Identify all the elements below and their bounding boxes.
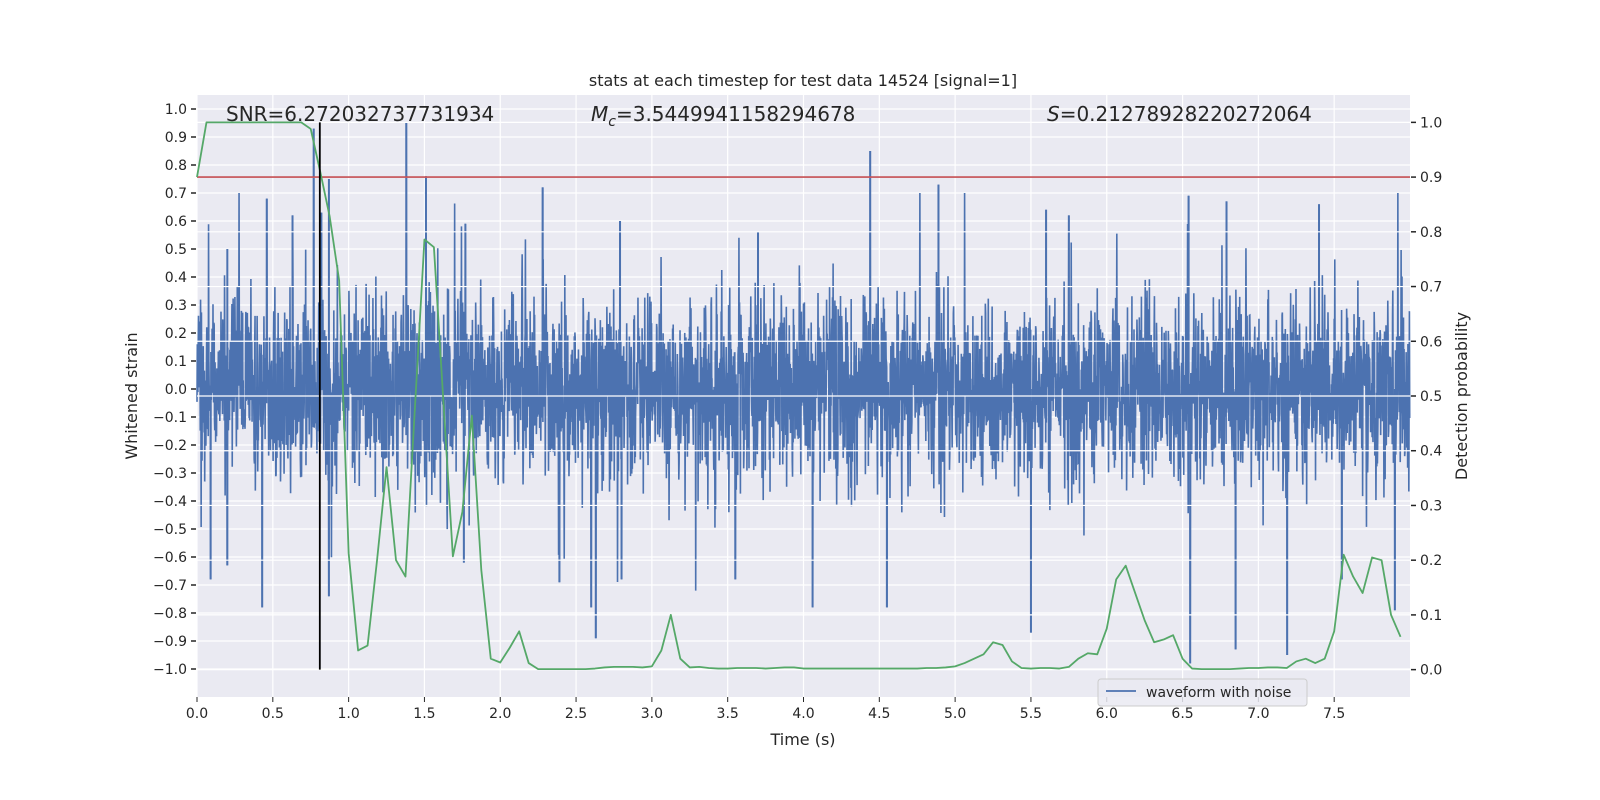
- snr-annotation: SNR=6.272032737731934: [226, 102, 494, 126]
- x-tick-label: 6.0: [1096, 706, 1118, 722]
- right-y-tick-label: 0.8: [1420, 225, 1442, 241]
- x-tick-label: 0.5: [262, 706, 284, 722]
- chart-title: stats at each timestep for test data 145…: [589, 71, 1017, 90]
- x-tick-label: 6.5: [1171, 706, 1193, 722]
- x-tick-label: 2.0: [489, 706, 511, 722]
- x-tick-label: 7.0: [1247, 706, 1269, 722]
- x-tick-label: 1.5: [413, 706, 435, 722]
- left-y-tick-label: 0.9: [165, 130, 187, 146]
- left-y-tick-label: −0.1: [153, 410, 187, 426]
- left-y-tick-label: 0.6: [165, 214, 187, 230]
- x-axis-label: Time (s): [769, 730, 835, 749]
- left-y-tick-label: 0.4: [165, 270, 187, 286]
- left-y-tick-label: −0.6: [153, 550, 187, 566]
- left-y-tick-label: −0.7: [153, 578, 187, 594]
- right-y-tick-label: 0.5: [1420, 389, 1442, 405]
- left-y-tick-label: −0.4: [153, 494, 187, 510]
- x-tick-label: 2.5: [565, 706, 587, 722]
- x-tick-label: 3.5: [717, 706, 739, 722]
- left-y-tick-label: 0.1: [165, 354, 187, 370]
- right-y-tick-label: 0.2: [1420, 553, 1442, 569]
- left-y-tick-label: −0.5: [153, 522, 187, 538]
- mc-value: =3.5449941158294678: [616, 102, 855, 126]
- left-y-tick-label: 0.2: [165, 326, 187, 342]
- right-y-tick-label: 0.1: [1420, 608, 1442, 624]
- right-y-tick-label: 0.9: [1420, 170, 1442, 186]
- left-y-tick-label: 0.3: [165, 298, 187, 314]
- x-tick-label: 0.0: [186, 706, 208, 722]
- right-y-tick-label: 1.0: [1420, 115, 1442, 131]
- x-tick-label: 3.0: [641, 706, 663, 722]
- chart: stats at each timestep for test data 145…: [122, 71, 1471, 749]
- s-value: =0.21278928220272064: [1060, 102, 1312, 126]
- legend-label-waveform: waveform with noise: [1146, 685, 1291, 701]
- s-symbol: S: [1047, 102, 1060, 126]
- right-y-tick-label: 0.3: [1420, 498, 1442, 514]
- left-y-tick-label: 0.5: [165, 242, 187, 258]
- left-y-tick-label: −0.2: [153, 438, 187, 454]
- left-y-tick-label: −0.9: [153, 634, 187, 650]
- mc-symbol: M: [591, 102, 608, 126]
- right-y-tick-label: 0.7: [1420, 280, 1442, 296]
- right-y-tick-label: 0.0: [1420, 663, 1442, 679]
- x-tick-label: 4.0: [792, 706, 814, 722]
- left-y-tick-label: −1.0: [153, 662, 187, 678]
- right-y-tick-label: 0.6: [1420, 334, 1442, 350]
- left-y-axis-label: Whitened strain: [122, 332, 141, 459]
- left-y-tick-label: 1.0: [165, 102, 187, 118]
- x-tick-label: 5.5: [1020, 706, 1042, 722]
- left-y-tick-label: 0.8: [165, 158, 187, 174]
- x-tick-label: 7.5: [1323, 706, 1345, 722]
- left-y-tick-label: 0.7: [165, 186, 187, 202]
- right-y-tick-label: 0.4: [1420, 444, 1442, 460]
- s-annotation: S=0.21278928220272064: [1047, 102, 1312, 126]
- chirp-mass-annotation: Mc=3.5449941158294678: [591, 102, 855, 130]
- x-tick-label: 5.0: [944, 706, 966, 722]
- left-y-tick-label: −0.3: [153, 466, 187, 482]
- legend: waveform with noise: [1097, 678, 1308, 707]
- x-tick-label: 1.0: [337, 706, 359, 722]
- left-y-tick-label: −0.8: [153, 606, 187, 622]
- left-y-tick-label: 0.0: [165, 382, 187, 398]
- x-tick-label: 4.5: [868, 706, 890, 722]
- right-y-axis-label: Detection probability: [1452, 312, 1471, 480]
